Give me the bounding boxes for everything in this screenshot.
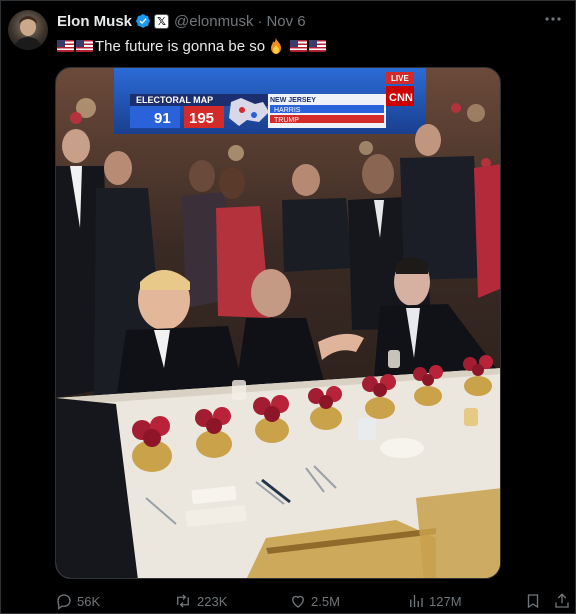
more-icon[interactable] xyxy=(541,9,565,33)
reply-count: 56K xyxy=(77,593,101,609)
tv-live: LIVE xyxy=(391,74,409,83)
tweet-text: The future is gonna be so xyxy=(57,36,328,56)
reply-icon xyxy=(57,594,71,610)
author-handle[interactable]: @elonmusk xyxy=(174,13,253,30)
bookmark-button[interactable] xyxy=(524,590,546,612)
tv-network: CNN xyxy=(389,92,413,104)
views-icon xyxy=(410,595,423,607)
separator: · xyxy=(257,12,263,30)
author-name[interactable]: Elon Musk xyxy=(57,13,132,30)
tv-trump-ev: 195 xyxy=(189,110,214,127)
tv-harris-ev: 91 xyxy=(154,110,171,127)
tweet-actions: 56K 223K 2.5M 127M xyxy=(55,590,571,612)
photo-scene: ELECTORAL MAP 91 195 NEW JERSEY HARRIS T… xyxy=(56,68,500,578)
tweet-photo[interactable]: ELECTORAL MAP 91 195 NEW JERSEY HARRIS T… xyxy=(55,67,501,579)
tweet-header: Elon Musk 𝕏 @elonmusk · Nov 6 xyxy=(57,12,306,30)
fire-icon xyxy=(268,37,284,55)
x-affiliation-icon[interactable]: 𝕏 xyxy=(154,13,170,29)
us-flag-icon xyxy=(309,40,327,52)
verified-badge-icon[interactable] xyxy=(135,13,151,29)
tweet-date[interactable]: Nov 6 xyxy=(266,13,305,30)
tv-state: NEW JERSEY xyxy=(270,97,316,104)
like-count: 2.5M xyxy=(311,593,340,609)
share-icon xyxy=(555,593,569,608)
us-flag-icon xyxy=(76,40,93,52)
like-icon xyxy=(292,595,304,608)
share-button[interactable] xyxy=(553,590,575,612)
repost-count: 223K xyxy=(197,593,228,609)
tv-screen: ELECTORAL MAP 91 195 NEW JERSEY HARRIS T… xyxy=(114,68,426,134)
tv-banner: ELECTORAL MAP xyxy=(136,95,213,105)
views-button[interactable]: 127M xyxy=(407,590,462,612)
tv-row-trump: TRUMP xyxy=(274,117,299,124)
repost-icon xyxy=(177,594,189,608)
bookmark-icon xyxy=(527,594,539,609)
tweet-card: Elon Musk 𝕏 @elonmusk · Nov 6 The future… xyxy=(0,0,576,614)
tweet-body: The future is gonna be so xyxy=(95,37,266,55)
reply-button[interactable]: 56K xyxy=(55,590,100,612)
views-count: 127M xyxy=(429,593,462,609)
us-flag-icon xyxy=(290,40,308,52)
us-flag-icon xyxy=(57,40,74,52)
repost-button[interactable]: 223K xyxy=(173,590,227,612)
like-button[interactable]: 2.5M xyxy=(289,590,340,612)
tv-row-harris: HARRIS xyxy=(274,107,301,114)
avatar[interactable] xyxy=(8,10,48,50)
